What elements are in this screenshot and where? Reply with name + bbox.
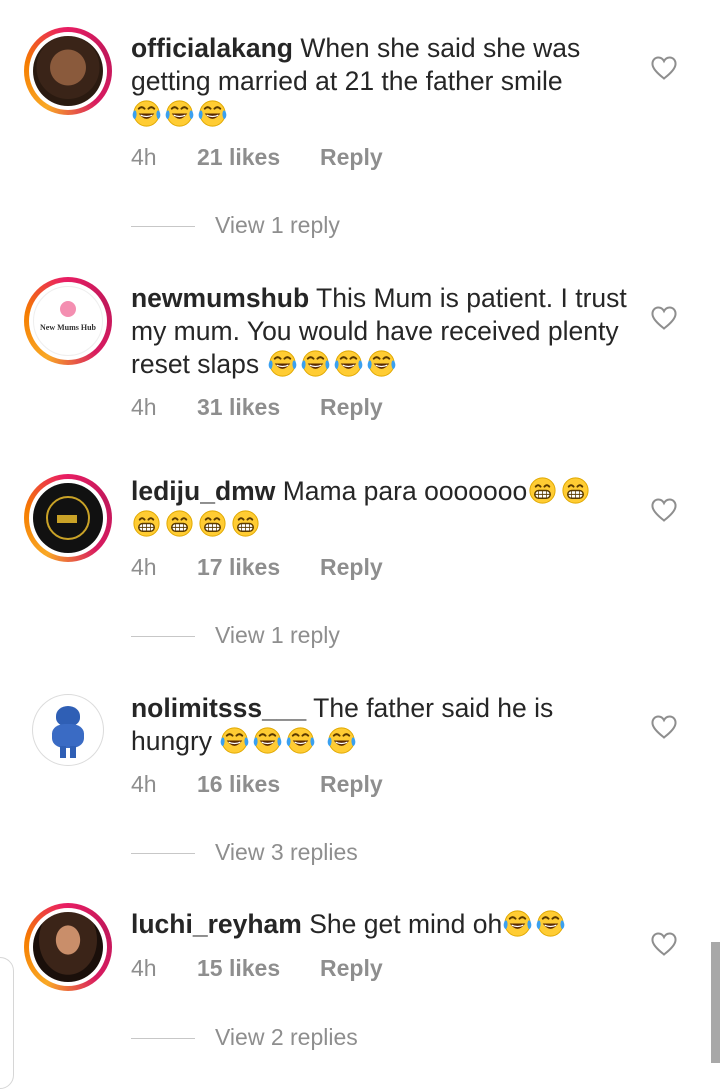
laugh-emoji-icon xyxy=(285,725,316,756)
comment-meta: 4h 17 likes Reply xyxy=(131,554,383,581)
comment-text: nolimitsss___ The father said he is hung… xyxy=(131,692,631,758)
comment-text: officialakang When she said she was gett… xyxy=(131,32,631,131)
comment-time: 4h xyxy=(131,771,157,797)
comment-username[interactable]: nolimitsss___ xyxy=(131,693,306,723)
reply-button[interactable]: Reply xyxy=(320,955,383,981)
scrollbar[interactable] xyxy=(711,942,720,1063)
reply-button[interactable]: Reply xyxy=(320,144,383,170)
heart-icon[interactable] xyxy=(650,931,678,957)
view-replies-label: View 3 replies xyxy=(215,839,358,865)
view-replies-label: View 2 replies xyxy=(215,1024,358,1050)
view-replies-button[interactable]: View 1 reply xyxy=(131,212,340,239)
comment-username[interactable]: officialakang xyxy=(131,33,293,63)
grin-emoji-icon xyxy=(197,508,228,539)
avatar[interactable] xyxy=(24,27,112,115)
comment-meta: 4h 31 likes Reply xyxy=(131,394,383,421)
grin-emoji-icon xyxy=(527,475,558,506)
comment-time: 4h xyxy=(131,394,157,420)
comment-text: newmumshub This Mum is patient. I trust … xyxy=(131,282,631,381)
grin-emoji-icon xyxy=(131,508,162,539)
laugh-emoji-icon xyxy=(164,98,195,129)
laugh-emoji-icon xyxy=(502,908,533,939)
comment-username[interactable]: lediju_dmw xyxy=(131,476,275,506)
laugh-emoji-icon xyxy=(366,348,397,379)
comment-meta: 4h 15 likes Reply xyxy=(131,955,383,982)
view-replies-button[interactable]: View 1 reply xyxy=(131,622,340,649)
avatar[interactable] xyxy=(32,694,104,766)
laugh-emoji-icon xyxy=(300,348,331,379)
avatar[interactable] xyxy=(24,474,112,562)
likes-count[interactable]: 21 likes xyxy=(197,144,320,171)
laugh-emoji-icon xyxy=(131,98,162,129)
divider xyxy=(131,1038,195,1040)
view-replies-button[interactable]: View 3 replies xyxy=(131,839,358,866)
comment-username[interactable]: newmumshub xyxy=(131,283,309,313)
comment-meta: 4h 21 likes Reply xyxy=(131,144,383,171)
heart-icon[interactable] xyxy=(650,497,678,523)
reply-button[interactable]: Reply xyxy=(320,394,383,420)
grin-emoji-icon xyxy=(164,508,195,539)
laugh-emoji-icon xyxy=(333,348,364,379)
heart-icon[interactable] xyxy=(650,55,678,81)
avatar[interactable] xyxy=(24,903,112,991)
comment-text: luchi_reyham She get mind oh xyxy=(131,908,631,941)
comment-time: 4h xyxy=(131,144,157,170)
view-replies-button[interactable]: View 2 replies xyxy=(131,1024,358,1051)
comment-message: Mama para ooooooo xyxy=(282,476,528,506)
comment-text: lediju_dmw Mama para ooooooo xyxy=(131,475,631,541)
reply-button[interactable]: Reply xyxy=(320,771,383,797)
side-panel-edge[interactable] xyxy=(0,957,14,1089)
avatar[interactable]: New Mums Hub xyxy=(24,277,112,365)
likes-count[interactable]: 17 likes xyxy=(197,554,320,581)
divider xyxy=(131,226,195,228)
heart-icon[interactable] xyxy=(650,714,678,740)
laugh-emoji-icon xyxy=(326,725,357,756)
laugh-emoji-icon xyxy=(535,908,566,939)
comments-list: officialakang When she said she was gett… xyxy=(0,0,720,1063)
grin-emoji-icon xyxy=(560,475,591,506)
likes-count[interactable]: 16 likes xyxy=(197,771,320,798)
laugh-emoji-icon xyxy=(252,725,283,756)
avatar-label: New Mums Hub xyxy=(39,323,96,332)
likes-count[interactable]: 15 likes xyxy=(197,955,320,982)
divider xyxy=(131,853,195,855)
likes-count[interactable]: 31 likes xyxy=(197,394,320,421)
comment-username[interactable]: luchi_reyham xyxy=(131,909,302,939)
laugh-emoji-icon xyxy=(219,725,250,756)
heart-icon[interactable] xyxy=(650,305,678,331)
reply-button[interactable]: Reply xyxy=(320,554,383,580)
comment-time: 4h xyxy=(131,554,157,580)
comment-time: 4h xyxy=(131,955,157,981)
divider xyxy=(131,636,195,638)
grin-emoji-icon xyxy=(230,508,261,539)
laugh-emoji-icon xyxy=(197,98,228,129)
view-replies-label: View 1 reply xyxy=(215,622,340,648)
comment-meta: 4h 16 likes Reply xyxy=(131,771,383,798)
view-replies-label: View 1 reply xyxy=(215,212,340,238)
laugh-emoji-icon xyxy=(267,348,298,379)
comment-message: She get mind oh xyxy=(309,909,503,939)
